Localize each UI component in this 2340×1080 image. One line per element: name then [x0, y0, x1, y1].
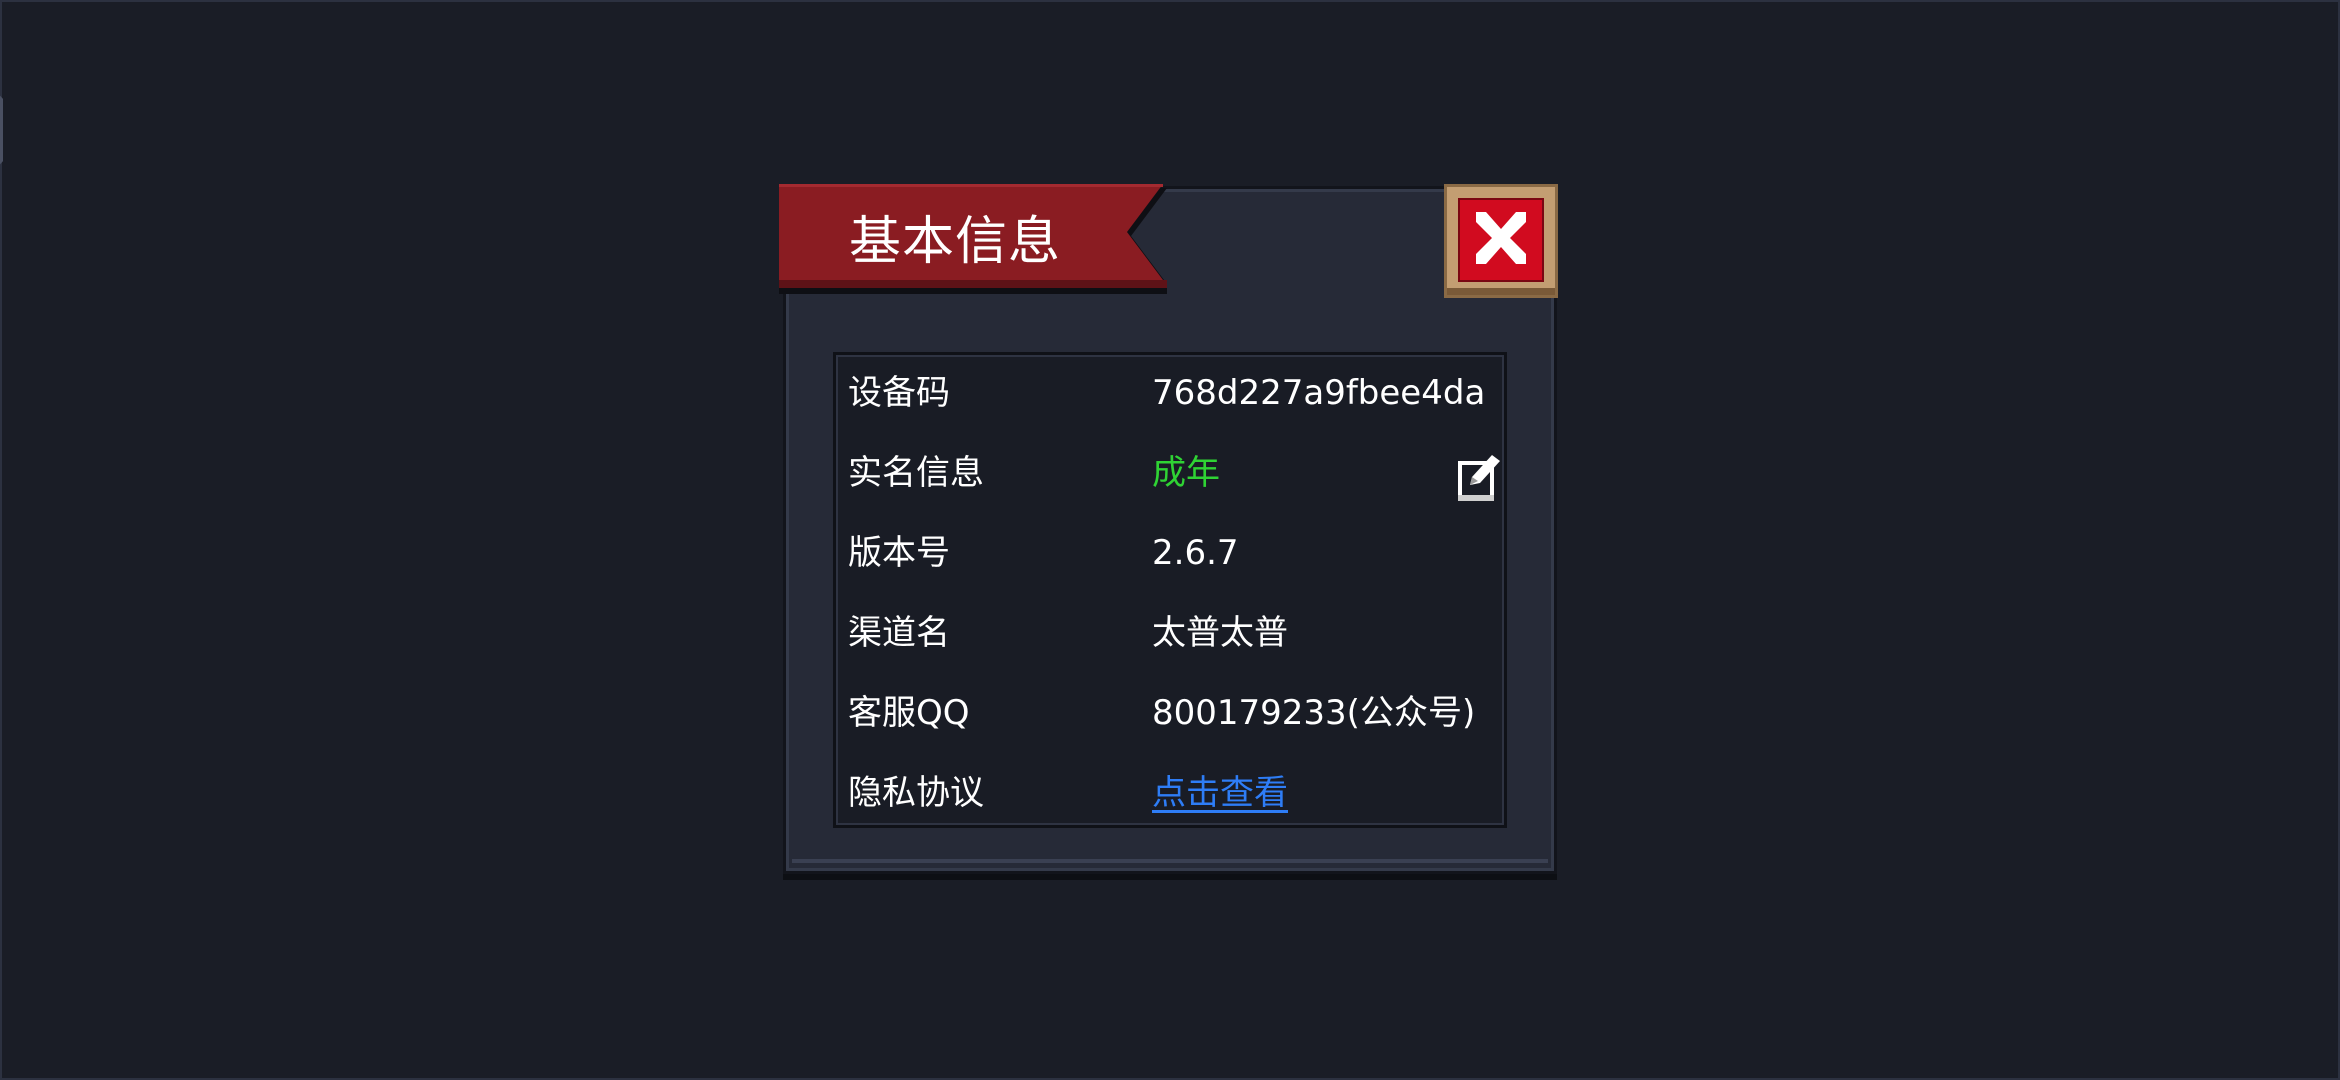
side-hexagon-icon [0, 95, 3, 165]
basic-info-dialog: 基本信息 设备码 768d227a9fbee4da 实名信息 成年 版本号 2.… [779, 184, 1558, 874]
game-screen: 基本信息 设备码 768d227a9fbee4da 实名信息 成年 版本号 2.… [0, 0, 2340, 1080]
info-row-support-qq: 客服QQ 800179233(公众号) [836, 675, 1504, 755]
panel-ledge [792, 859, 1548, 863]
edit-icon[interactable] [1456, 451, 1502, 503]
row-label: 实名信息 [848, 453, 984, 493]
title-ribbon: 基本信息 [779, 184, 1171, 300]
support-qq-value: 800179233(公众号) [1152, 693, 1476, 733]
device-code-value: 768d227a9fbee4da [1152, 373, 1486, 413]
version-value: 2.6.7 [1152, 533, 1239, 573]
close-x-icon [1444, 184, 1558, 298]
row-label: 版本号 [848, 533, 950, 573]
privacy-policy-link[interactable]: 点击查看 [1152, 769, 1288, 817]
close-button[interactable] [1444, 184, 1558, 298]
info-table: 设备码 768d227a9fbee4da 实名信息 成年 版本号 2.6.7 渠… [833, 352, 1507, 828]
channel-value: 太普太普 [1152, 613, 1288, 653]
real-name-status-value: 成年 [1152, 453, 1220, 493]
info-row-channel: 渠道名 太普太普 [836, 595, 1504, 675]
info-row-real-name: 实名信息 成年 [836, 435, 1504, 515]
info-row-version: 版本号 2.6.7 [836, 515, 1504, 595]
row-label: 设备码 [848, 373, 950, 413]
info-row-device-code: 设备码 768d227a9fbee4da [836, 355, 1504, 435]
info-row-privacy: 隐私协议 点击查看 [836, 755, 1504, 835]
dialog-title: 基本信息 [849, 212, 1062, 272]
row-label: 渠道名 [848, 613, 950, 653]
row-label: 客服QQ [848, 693, 970, 733]
row-label: 隐私协议 [848, 773, 984, 813]
